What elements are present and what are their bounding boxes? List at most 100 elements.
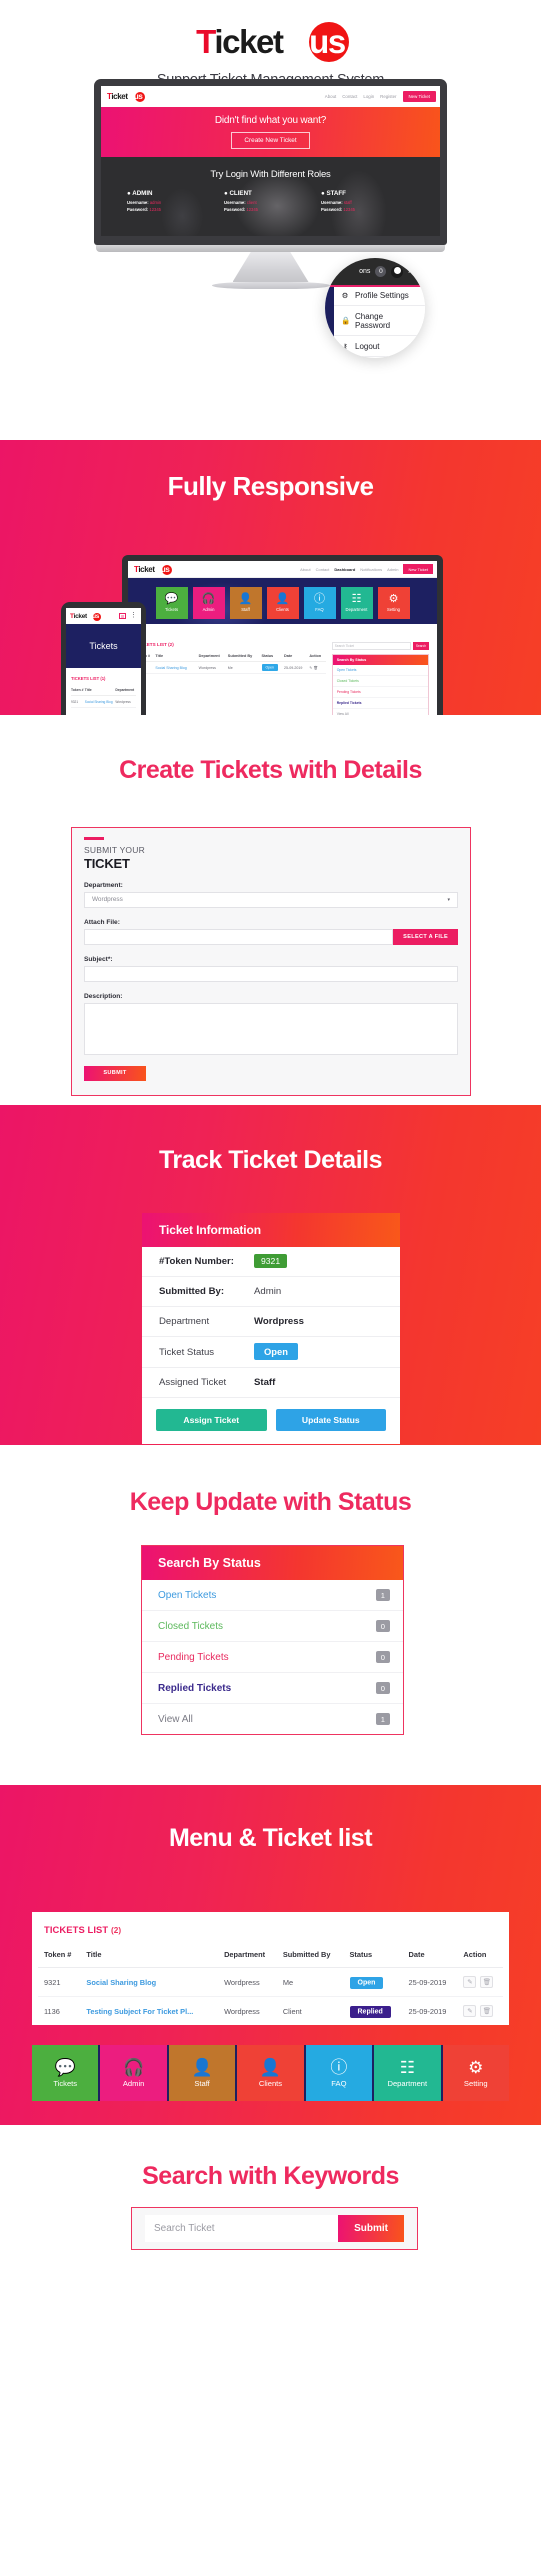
- subject-input[interactable]: [84, 965, 458, 982]
- hamburger-icon[interactable]: ☰: [119, 613, 126, 619]
- table-row[interactable]: 1136 Testing Subject For Ticket Pl... Wo…: [38, 1997, 503, 2026]
- pencil-icon[interactable]: ✎: [463, 1976, 477, 1988]
- status-open[interactable]: Open Tickets: [332, 665, 428, 676]
- notifications-label[interactable]: ons: [359, 268, 370, 275]
- phone-hero: Tickets: [66, 624, 141, 668]
- site-nav-login[interactable]: Login: [363, 94, 374, 99]
- pencil-icon[interactable]: ✎: [463, 2005, 477, 2017]
- ticket-title-link[interactable]: Testing Subject For Ticket Pl...: [86, 2007, 193, 2016]
- create-new-ticket-button[interactable]: Create New Ticket: [231, 132, 310, 149]
- status-item-replied[interactable]: Replied Tickets 0: [142, 1673, 403, 1704]
- menu-tile-admin[interactable]: 🎧 Admin: [100, 2045, 167, 2101]
- site-logo: Ticketplus: [70, 612, 102, 621]
- avatar-label[interactable]: Ad: [408, 268, 417, 275]
- department-value: Wordpress: [92, 896, 123, 903]
- menu-item-change-password[interactable]: 🔒 Change Password: [325, 306, 425, 336]
- menu-tile-tickets[interactable]: 💬 Tickets: [32, 2045, 99, 2101]
- update-status-button[interactable]: Update Status: [275, 1409, 386, 1431]
- status-item-view-all[interactable]: View All 1: [142, 1704, 403, 1734]
- menu-tile-staff[interactable]: 👤 Staff: [168, 2045, 236, 2101]
- headset-icon: 🎧: [201, 593, 216, 605]
- user-icon: 👤: [191, 2057, 213, 2077]
- status-replied[interactable]: Replied Tickets: [332, 698, 428, 709]
- tile-faq[interactable]: ⓘ FAQ: [303, 587, 336, 619]
- status-pending[interactable]: Pending Tickets: [332, 687, 428, 698]
- site-new-ticket-button[interactable]: New Ticket: [402, 91, 436, 102]
- ticket-title-link[interactable]: Social Sharing Blog: [86, 1978, 156, 1987]
- tile-staff[interactable]: 👤 Staff: [229, 587, 262, 619]
- menu-tile-faq[interactable]: ⓘ FAQ: [305, 2045, 373, 2101]
- notifications-count-badge: 0: [375, 266, 387, 277]
- tile-department[interactable]: ☷ Department: [340, 587, 373, 619]
- site-nav-register[interactable]: Register: [380, 94, 396, 99]
- tile-admin[interactable]: 🎧 Admin: [192, 587, 225, 619]
- submit-button[interactable]: SUBMIT: [84, 1065, 146, 1081]
- hero-band: Didn't find what you want? Create New Ti…: [101, 107, 440, 157]
- chevron-down-icon: ▾: [447, 896, 450, 903]
- site-nav-contact[interactable]: Contact: [342, 94, 357, 99]
- nav-notifications[interactable]: Notifications: [360, 567, 382, 572]
- tile-clients[interactable]: 👤 Clients: [266, 587, 299, 619]
- menu-item-logout[interactable]: ⚷ Logout: [325, 336, 425, 357]
- table-row[interactable]: 9321 Social Sharing Blog Wordpress Me Op…: [136, 661, 326, 674]
- status-closed[interactable]: Closed Tickets: [332, 676, 428, 687]
- user-icon: 👤: [238, 593, 253, 605]
- nav-contact[interactable]: Contact: [316, 567, 330, 572]
- status-section: Keep Update with Status Search By Status…: [0, 1445, 541, 1785]
- description-textarea[interactable]: [84, 1002, 458, 1055]
- submit-button[interactable]: Submit: [338, 2215, 404, 2242]
- key-icon: ⚷: [342, 341, 348, 351]
- status-item-pending[interactable]: Pending Tickets 0: [142, 1642, 403, 1673]
- table-row[interactable]: 9321 Social Sharing Blog Wordpress Me Op…: [38, 1967, 503, 1997]
- role-card-client: ● CLIENT Username: client Password: 1234…: [224, 190, 317, 214]
- logo-text-icket: icket: [214, 23, 284, 60]
- status-badge: Open: [349, 1977, 384, 1989]
- tile-setting[interactable]: ⚙ Setting: [377, 587, 410, 619]
- trash-icon[interactable]: 🗑: [480, 2005, 494, 2017]
- status-item-open[interactable]: Open Tickets 1: [142, 1580, 403, 1611]
- nav-user[interactable]: Admin: [387, 567, 398, 572]
- menu-item-label: Change Password: [355, 311, 391, 330]
- sitemap-icon: ☷: [351, 593, 362, 605]
- menu-tile-department[interactable]: ☷ Department: [374, 2045, 441, 2101]
- nav-about[interactable]: About: [300, 567, 310, 572]
- logo-text-t: T: [196, 23, 216, 60]
- sidebar-status-card: Search By Status Open Tickets Closed Tic…: [331, 654, 429, 715]
- search-input[interactable]: Search Ticket: [145, 2215, 339, 2242]
- role-title: ● ADMIN: [127, 190, 153, 197]
- assign-ticket-button[interactable]: Assign Ticket: [156, 1409, 267, 1431]
- more-icon[interactable]: ⋮: [130, 612, 137, 619]
- card-title: Ticket Information: [142, 1213, 400, 1247]
- tile-tickets[interactable]: 💬 Tickets: [155, 587, 188, 619]
- department-select[interactable]: Wordpress ▾: [84, 891, 458, 908]
- status-item-closed[interactable]: Closed Tickets 0: [142, 1611, 403, 1642]
- sidebar-search[interactable]: Search Ticket Search: [331, 642, 429, 650]
- question-icon: ⓘ: [330, 2057, 348, 2077]
- search-button[interactable]: Search: [412, 642, 429, 650]
- profile-dropdown-menu: ⚙ Profile Settings 🔒 Change Password ⚷ L…: [325, 285, 425, 357]
- menu-tile-clients[interactable]: 👤 Clients: [237, 2045, 304, 2101]
- row-actions[interactable]: ✎ 🗑: [309, 661, 326, 674]
- ticket-title-link[interactable]: Social Sharing Blog: [85, 700, 113, 704]
- select-a-file-button[interactable]: SELECT A FILE: [393, 928, 458, 945]
- col-submitted-by: Submitted By: [276, 1944, 344, 1968]
- logo-text-plus: plus: [282, 23, 347, 60]
- monitor-foot: [211, 282, 330, 289]
- avatar[interactable]: [391, 265, 404, 278]
- attach-file-input[interactable]: [84, 928, 394, 945]
- site-nav-about[interactable]: About: [325, 94, 336, 99]
- menu-item-profile-settings[interactable]: ⚙ Profile Settings: [325, 285, 425, 306]
- token-badge: 9321: [254, 1254, 288, 1268]
- ticket-title-link[interactable]: Social Sharing Blog: [155, 666, 186, 670]
- roles-section: Try Login With Different Roles ● ADMIN U…: [101, 157, 440, 236]
- role-title: ● CLIENT: [224, 190, 252, 197]
- menu-tile-setting[interactable]: ⚙ Setting: [442, 2045, 509, 2101]
- nav-dashboard[interactable]: Dashboard: [334, 567, 355, 572]
- search-input[interactable]: Search Ticket: [331, 642, 411, 650]
- chat-icon: 💬: [164, 593, 179, 605]
- trash-icon[interactable]: 🗑: [480, 1976, 494, 1988]
- col-action: Action: [457, 1944, 503, 1968]
- nav-new-ticket-button[interactable]: New Ticket: [403, 564, 433, 574]
- table-row[interactable]: 9321 Social Sharing Blog Wordpress: [71, 695, 136, 708]
- phone-list-title: TICKETS LIST (1): [71, 676, 106, 681]
